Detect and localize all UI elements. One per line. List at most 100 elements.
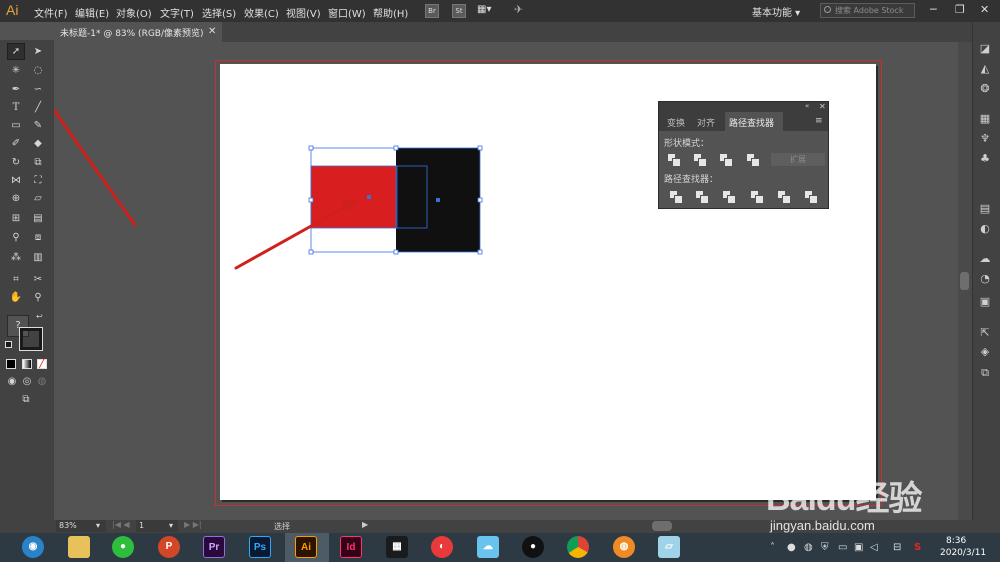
magic-wand-tool-icon[interactable]: ✳ (8, 64, 24, 78)
resize-handle[interactable] (308, 249, 314, 255)
collapse-panel-icon[interactable]: « (805, 102, 809, 110)
start-button-icon[interactable]: ◉ (22, 536, 44, 558)
direct-selection-tool-icon[interactable]: ➤ (30, 45, 46, 59)
illustrator-icon[interactable]: Ai (295, 536, 317, 558)
mesh-tool-icon[interactable]: ⊞ (8, 212, 24, 226)
unite-button[interactable] (668, 154, 681, 167)
resize-handle[interactable] (308, 197, 314, 203)
minus-front-button[interactable] (694, 154, 707, 167)
rotate-tool-icon[interactable]: ↻ (8, 156, 24, 170)
divide-button[interactable] (670, 191, 683, 204)
artboard-number-field[interactable]: 1 ▾ (136, 520, 178, 532)
shaper-tool-icon[interactable]: ✐ (8, 137, 24, 151)
curvature-tool-icon[interactable]: ∽ (30, 83, 46, 97)
pen-tool-icon[interactable]: ✒ (8, 83, 24, 97)
tray-network-icon[interactable]: ▣ (854, 542, 863, 553)
next-artboard-icon[interactable]: ▶ ▶| (184, 520, 202, 529)
none-mode-icon[interactable]: ╱ (37, 359, 47, 369)
qq-icon[interactable]: ● (522, 536, 544, 558)
first-artboard-icon[interactable]: |◀ ◀ (112, 520, 130, 529)
horizontal-scroll-thumb[interactable] (652, 521, 672, 531)
status-menu-arrow-icon[interactable]: ▶ (362, 520, 368, 529)
swap-fill-stroke-icon[interactable]: ↩ (36, 312, 43, 321)
tray-battery-icon[interactable]: ▭ (838, 542, 847, 553)
game-app-icon[interactable]: ◐ (431, 536, 453, 558)
appearance-panel-icon[interactable]: ◔ (978, 272, 992, 286)
expand-button[interactable]: 扩展 (771, 153, 825, 166)
zoom-tool-icon[interactable]: ⚲ (30, 291, 46, 305)
wechat-icon[interactable]: ● (112, 536, 134, 558)
chevron-down-icon[interactable]: ▾ (169, 520, 173, 532)
draw-behind-icon[interactable]: ◎ (19, 375, 35, 389)
tray-ime-icon[interactable]: ⊟ (893, 542, 901, 553)
gradient-mode-icon[interactable] (22, 359, 32, 369)
draw-normal-icon[interactable]: ◉ (4, 375, 20, 389)
photoshop-icon[interactable]: Ps (249, 536, 271, 558)
resize-handle[interactable] (477, 145, 483, 151)
powerpoint-icon[interactable]: P (158, 536, 180, 558)
blend-tool-icon[interactable]: ⧈ (30, 231, 46, 245)
chat-app-icon[interactable]: ☁ (477, 536, 499, 558)
tray-expand-icon[interactable]: ˄ (770, 542, 775, 553)
minus-back-button[interactable] (805, 191, 818, 204)
scale-tool-icon[interactable]: ⧉ (30, 156, 46, 170)
browser-icon[interactable]: ◍ (613, 536, 635, 558)
color-guide-panel-icon[interactable]: ◭ (978, 62, 992, 76)
libraries-panel-icon[interactable]: ☁ (978, 252, 992, 266)
hand-tool-icon[interactable]: ✋ (8, 291, 24, 305)
symbols-panel-icon[interactable]: ♣ (978, 152, 992, 166)
stroke-panel-icon[interactable]: ▤ (978, 202, 992, 216)
video-player-icon[interactable]: ▦ (386, 536, 408, 558)
tray-qq-icon[interactable]: ● (787, 542, 796, 553)
slice-tool-icon[interactable]: ✂ (30, 273, 46, 287)
outline-button[interactable] (778, 191, 791, 204)
shape-builder-tool-icon[interactable]: ⊕ (8, 192, 24, 206)
artboard-tool-icon[interactable]: ⌗ (8, 273, 24, 287)
notes-app-icon[interactable]: ▱ (658, 536, 680, 558)
column-graph-tool-icon[interactable]: ▥ (30, 251, 46, 265)
close-panel-icon[interactable]: ✕ (819, 102, 826, 111)
screen-mode-icon[interactable]: ⧉ (18, 393, 34, 407)
free-transform-tool-icon[interactable]: ⛶ (30, 174, 46, 188)
resize-handle[interactable] (393, 249, 399, 255)
panel-menu-icon[interactable]: ≡ (815, 116, 823, 126)
panel-header[interactable] (659, 102, 828, 112)
trim-button[interactable] (696, 191, 709, 204)
color-panel-icon[interactable]: ◪ (978, 42, 992, 56)
tab-pathfinder[interactable]: 路径查找器 (729, 116, 774, 129)
type-tool-icon[interactable]: T (8, 101, 24, 115)
vertical-scroll-thumb[interactable] (960, 272, 969, 290)
tray-security-icon[interactable]: ⛨ (821, 542, 829, 553)
tray-volume-icon[interactable]: ◁ (870, 542, 878, 553)
tab-transform[interactable]: 变换 (667, 116, 685, 129)
zoom-level-field[interactable]: 83% ▾ (56, 520, 106, 532)
paintbrush-tool-icon[interactable]: ✎ (30, 119, 46, 133)
chrome-icon[interactable] (567, 536, 589, 558)
intersect-button[interactable] (720, 154, 733, 167)
exclude-button[interactable] (747, 154, 760, 167)
asset-export-panel-icon[interactable]: ⇱ (978, 326, 992, 340)
color-mode-icon[interactable] (6, 359, 16, 369)
resize-handle[interactable] (308, 145, 314, 151)
merge-button[interactable] (723, 191, 736, 204)
graphic-styles-panel-icon[interactable]: ▣ (978, 295, 992, 309)
gradient-tool-icon[interactable]: ▤ (30, 212, 46, 226)
gradient-panel-icon[interactable]: ◐ (978, 222, 992, 236)
draw-inside-icon[interactable]: ◍ (34, 375, 50, 389)
rectangle-tool-icon[interactable]: ▭ (8, 119, 24, 133)
eraser-tool-icon[interactable]: ◆ (30, 137, 46, 151)
chevron-down-icon[interactable]: ▾ (96, 520, 100, 532)
width-tool-icon[interactable]: ⋈ (8, 174, 24, 188)
tab-align[interactable]: 对齐 (697, 116, 715, 129)
layers-panel-icon[interactable]: ◈ (978, 345, 992, 359)
line-segment-tool-icon[interactable]: ╱ (30, 101, 46, 115)
swatches-panel-icon[interactable]: ▦ (978, 112, 992, 126)
resize-handle[interactable] (477, 249, 483, 255)
recolor-panel-icon[interactable]: ❂ (978, 82, 992, 96)
eyedropper-tool-icon[interactable]: ⚲ (8, 231, 24, 245)
perspective-grid-tool-icon[interactable]: ▱ (30, 192, 46, 206)
file-explorer-icon[interactable] (68, 536, 90, 558)
selection-tool-icon[interactable]: ➚ (8, 45, 24, 59)
brushes-panel-icon[interactable]: ♆ (978, 132, 992, 146)
indesign-icon[interactable]: Id (340, 536, 362, 558)
